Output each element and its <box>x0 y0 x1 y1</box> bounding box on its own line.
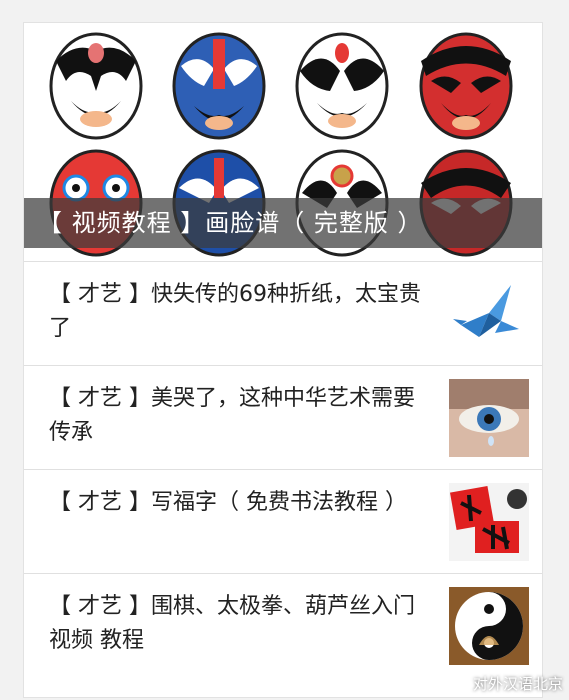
origami-bird-image <box>449 275 529 353</box>
eye-art-image <box>449 379 529 457</box>
article-title[interactable]: 【 才艺 】写福字（ 免费书法教程 ） <box>49 486 424 520</box>
list-item[interactable]: 【 才艺 】美哭了，这种中华艺术需要传承 <box>24 365 542 469</box>
featured-article[interactable]: 【 视频教程 】画脸谱（ 完整版 ） <box>24 23 542 261</box>
taiji-meditation-image <box>449 587 529 665</box>
list-item[interactable]: 【 才艺 】围棋、太极拳、葫芦丝入门视频 教程 <box>24 573 542 677</box>
opera-mask-image <box>46 31 146 141</box>
article-card: 【 视频教程 】画脸谱（ 完整版 ） 【 才艺 】快失传的69种折纸，太宝贵了 … <box>23 22 543 698</box>
watermark-text: 对外汉语北京 <box>472 675 563 693</box>
calligraphy-fu-image <box>449 483 529 561</box>
article-title[interactable]: 【 才艺 】快失传的69种折纸，太宝贵了 <box>49 278 424 346</box>
watermark: 对外汉语北京 <box>451 673 563 694</box>
list-item[interactable]: 【 才艺 】写福字（ 免费书法教程 ） <box>24 469 542 573</box>
article-title[interactable]: 【 才艺 】美哭了，这种中华艺术需要传承 <box>49 382 424 450</box>
opera-mask-image <box>169 31 269 141</box>
article-title[interactable]: 【 才艺 】围棋、太极拳、葫芦丝入门视频 教程 <box>49 590 424 658</box>
list-item[interactable]: 【 才艺 】快失传的69种折纸，太宝贵了 <box>24 261 542 365</box>
opera-mask-image <box>416 31 516 141</box>
featured-article-title[interactable]: 【 视频教程 】画脸谱（ 完整版 ） <box>24 198 542 248</box>
opera-mask-image <box>292 31 392 141</box>
wechat-icon <box>451 677 468 690</box>
